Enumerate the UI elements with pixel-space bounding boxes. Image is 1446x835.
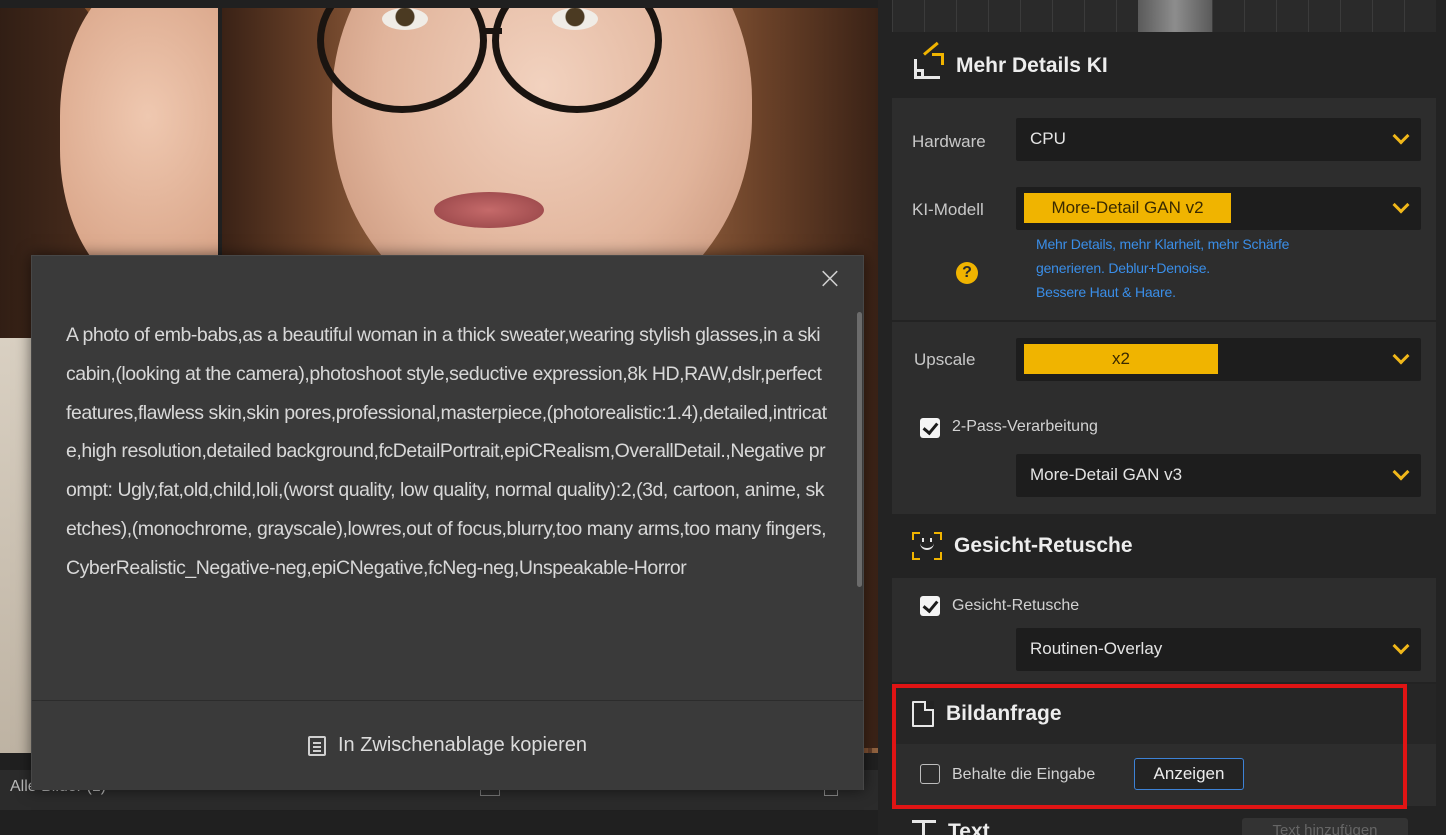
prompt-popup: × A photo of emb-babs,as a beautiful wom… [31,255,864,790]
help-icon[interactable]: ? [956,262,978,284]
copy-button-label: In Zwischenablage kopieren [337,734,588,756]
keep-input-label: Behalte die Eingabe [952,766,1096,783]
two-pass-label: 2-Pass-Verarbeitung [952,418,1098,435]
keep-input-checkbox[interactable] [920,764,940,784]
chevron-down-icon [1392,463,1410,481]
clipboard-icon [307,735,326,756]
thumbnail-strip [892,0,1436,32]
face-retouch-checkbox[interactable] [920,596,940,616]
model-value-chip: More-Detail GAN v2 [1024,193,1231,223]
chevron-down-icon [1392,127,1410,145]
enhance-detail-icon [912,41,944,81]
model-label: KI-Modell [912,200,984,219]
section-header-bildanfrage[interactable]: Bildanfrage [892,684,1436,744]
upscale-label: Upscale [914,350,976,369]
section-body-upscale: Upscale x2 2-Pass-Verarbeitung More-Deta… [892,322,1436,516]
two-pass-checkbox[interactable] [920,418,940,438]
section-title: Mehr Details KI [956,54,1108,77]
settings-panel: Mehr Details KI Hardware CPU KI-Modell M… [878,0,1446,835]
upscale-value-chip: x2 [1024,344,1218,374]
chevron-down-icon [1392,637,1410,655]
section-body-mehr-details: Hardware CPU KI-Modell More-Detail GAN v… [892,98,1436,320]
face-scan-icon [912,532,942,560]
section-body-gesicht: Gesicht-Retusche Routinen-Overlay [892,578,1436,682]
section-title: Text [948,820,990,835]
model-select[interactable]: More-Detail GAN v2 [1016,187,1421,230]
face-retouch-mode-select[interactable]: Routinen-Overlay [1016,628,1421,671]
upscale-select[interactable]: x2 [1016,338,1421,381]
popup-scrollbar[interactable] [857,312,862,587]
copy-to-clipboard-button[interactable]: In Zwischenablage kopieren [32,700,863,790]
model-description: Mehr Details, mehr Klarheit, mehr Schärf… [1036,236,1290,300]
two-pass-model-select[interactable]: More-Detail GAN v3 [1016,454,1421,497]
section-body-bildanfrage: Behalte die Eingabe Anzeigen [892,744,1436,806]
section-title: Bildanfrage [946,702,1062,725]
section-title: Gesicht-Retusche [954,534,1133,557]
text-icon [912,820,936,835]
add-text-button[interactable]: Text hinzufügen [1242,818,1408,835]
show-prompt-button[interactable]: Anzeigen [1134,758,1244,790]
close-icon[interactable]: × [817,264,843,294]
chevron-down-icon [1392,196,1410,214]
hardware-label: Hardware [912,132,986,151]
chevron-down-icon [1392,347,1410,365]
thumbnail[interactable] [1138,0,1212,32]
document-icon [912,701,934,727]
section-header-mehr-details[interactable]: Mehr Details KI [892,34,1436,98]
face-retouch-label: Gesicht-Retusche [952,597,1080,614]
section-header-gesicht[interactable]: Gesicht-Retusche [892,514,1436,578]
hardware-select[interactable]: CPU [1016,118,1421,161]
prompt-text: A photo of emb-babs,as a beautiful woman… [66,324,827,579]
